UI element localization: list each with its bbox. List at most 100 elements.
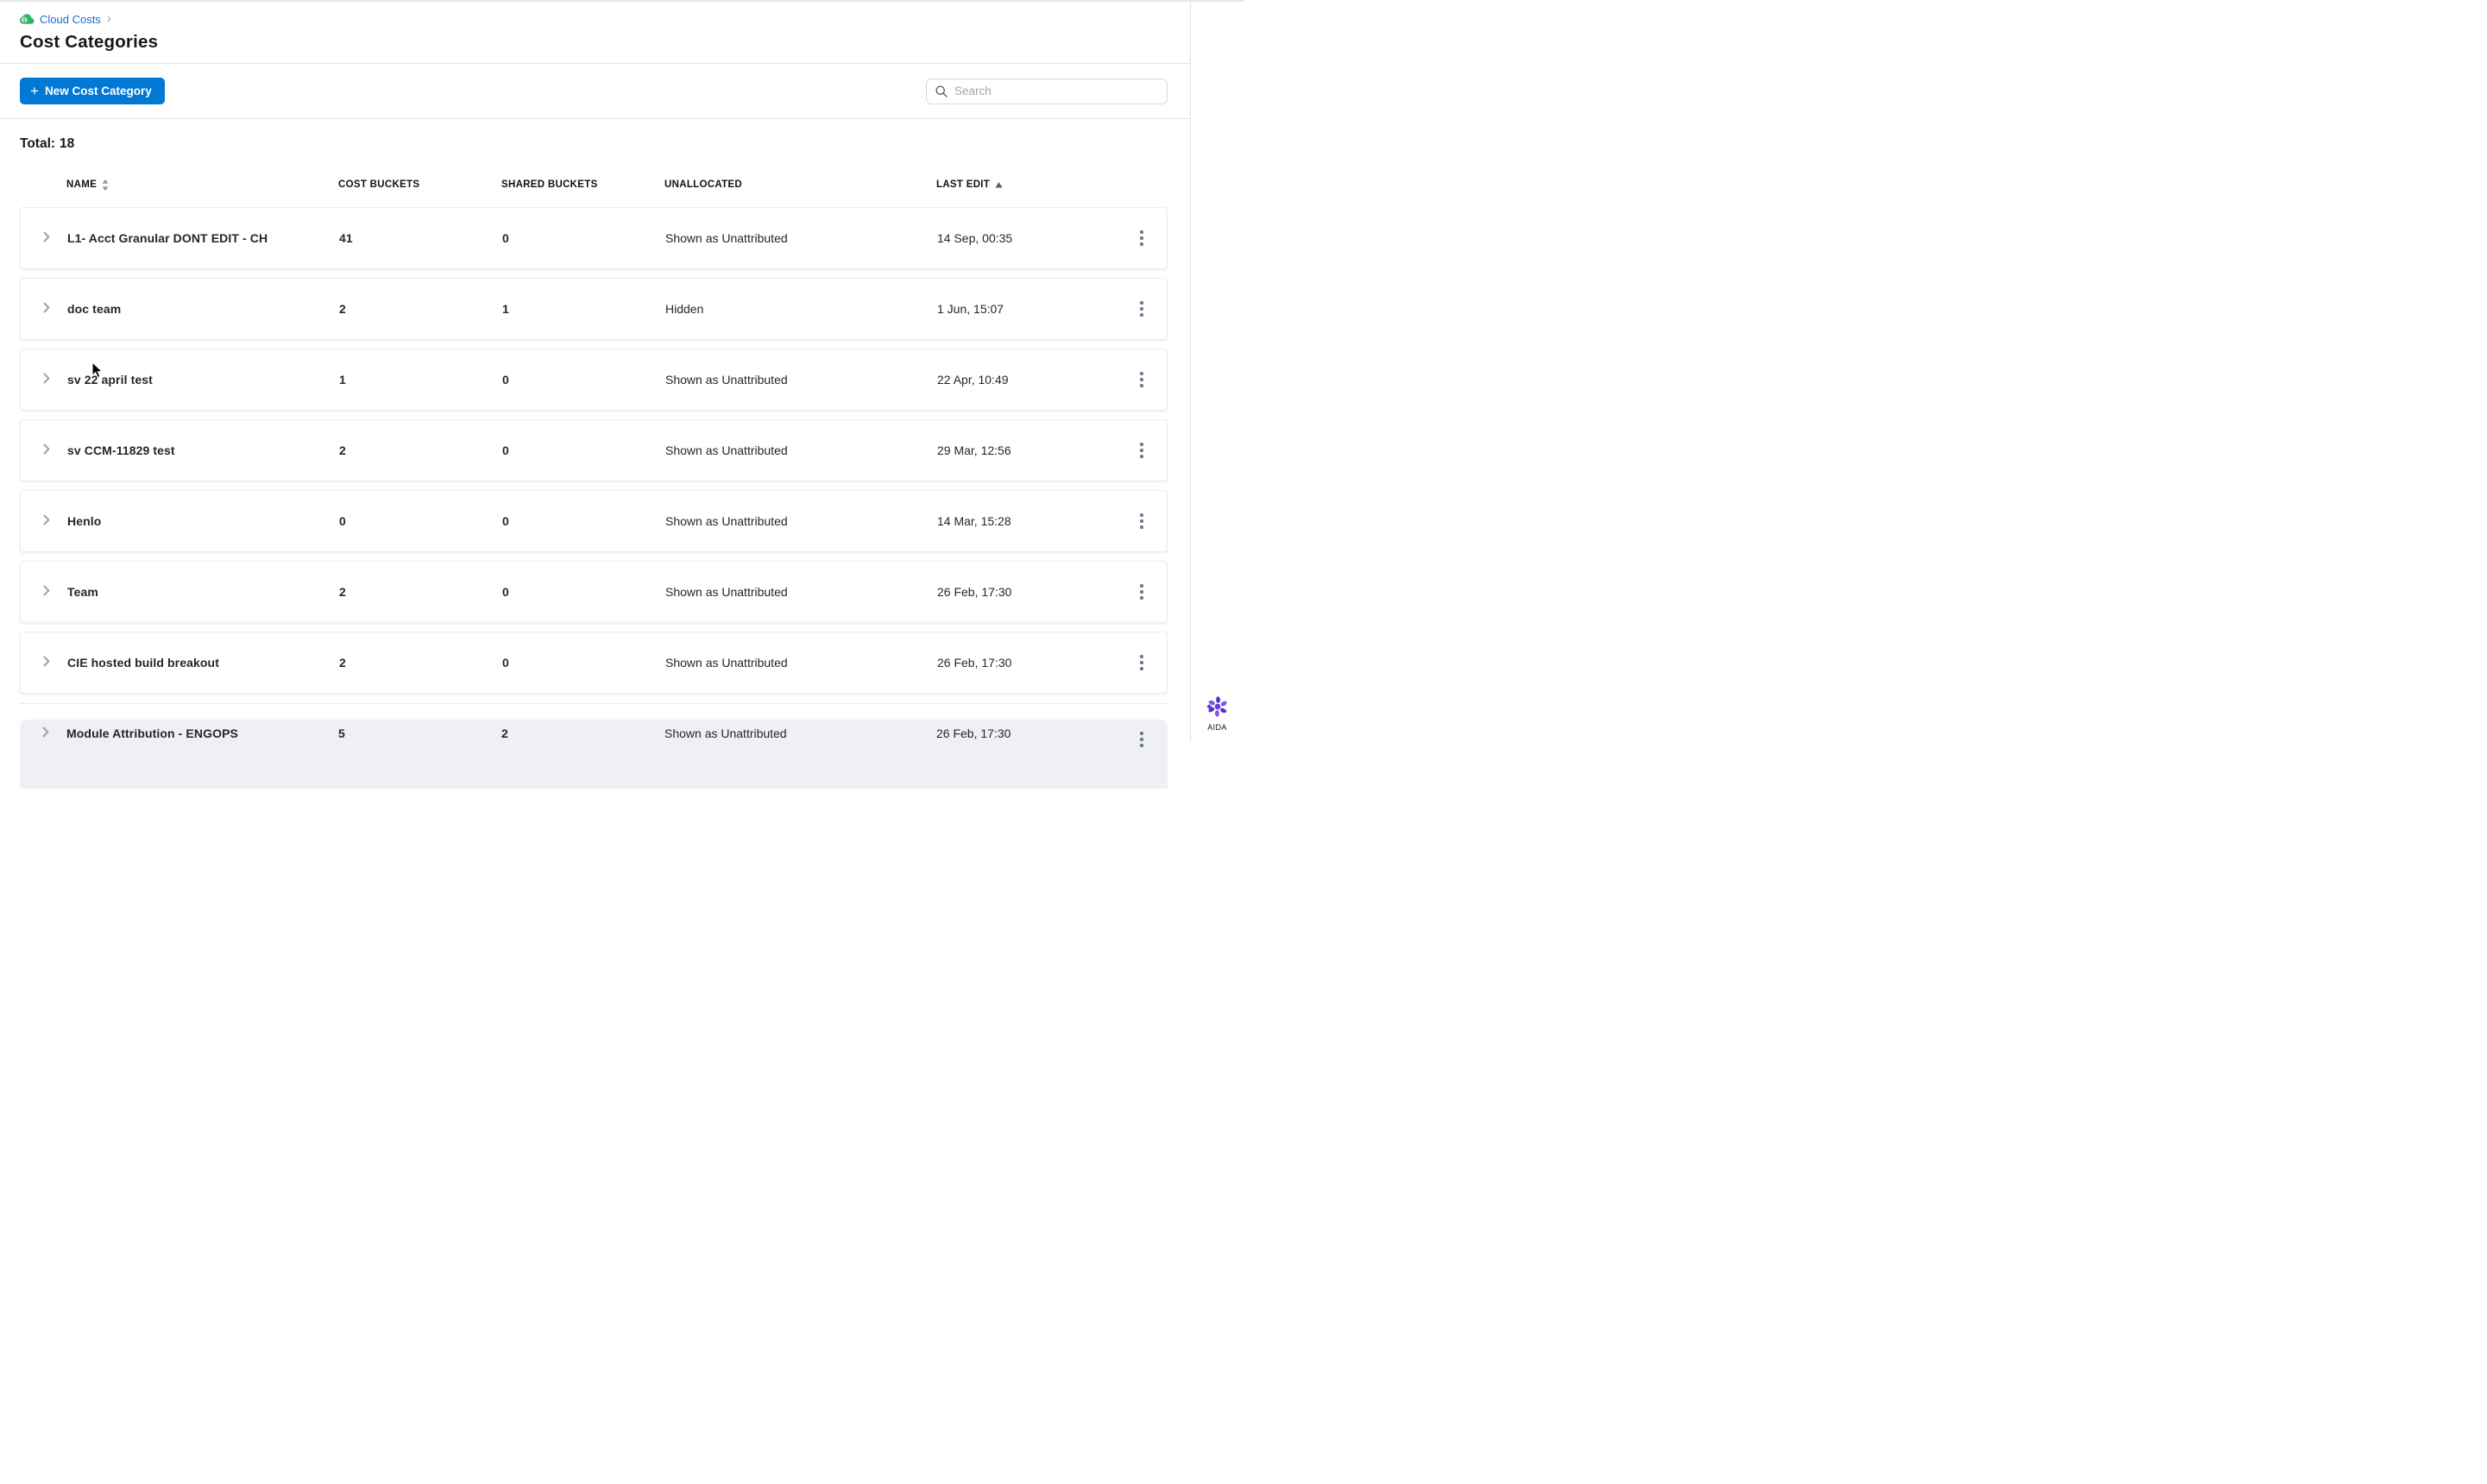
chevron-right-icon[interactable]: [21, 231, 67, 245]
cost-category-name: sv 22 april test: [67, 373, 153, 387]
row-actions-menu-button[interactable]: [1135, 508, 1149, 534]
cost-buckets-value: 2: [339, 443, 346, 457]
total-value: 18: [60, 136, 75, 151]
cost-buckets-value: 2: [339, 656, 346, 670]
row-actions-menu-button[interactable]: [1135, 296, 1149, 322]
sort-ascending-icon: [995, 181, 1003, 188]
cost-category-name: L1- Acct Granular DONT EDIT - CH: [67, 231, 268, 245]
total-count: Total: 18: [20, 136, 1190, 152]
shared-buckets-value: 0: [502, 656, 509, 670]
last-edit-value: 14 Sep, 00:35: [937, 231, 1013, 245]
breadcrumb-separator-icon: ›: [106, 10, 111, 26]
breadcrumb-cloud-costs-link[interactable]: $ Cloud Costs: [20, 13, 101, 26]
column-header-last-edit[interactable]: LAST EDIT: [936, 179, 1116, 190]
table-row[interactable]: doc team 2 1 Hidden 1 Jun, 15:07: [20, 278, 1168, 340]
search-icon: [935, 85, 948, 103]
cost-category-name: Module Attribution - ENGOPS: [66, 726, 238, 740]
row-actions-menu-button[interactable]: [1135, 437, 1149, 463]
shared-buckets-value: 0: [502, 585, 509, 599]
cost-buckets-value: 0: [339, 514, 346, 528]
chevron-right-icon[interactable]: [21, 443, 67, 457]
table-row[interactable]: CIE hosted build breakout 2 0 Shown as U…: [20, 632, 1168, 694]
row-actions-menu-button[interactable]: [1135, 650, 1149, 676]
shared-buckets-value: 1: [502, 302, 509, 316]
cost-category-name: Team: [67, 585, 98, 599]
table-row[interactable]: Henlo 0 0 Shown as Unattributed 14 Mar, …: [20, 490, 1168, 552]
toolbar: + New Cost Category: [0, 64, 1190, 119]
column-header-cost-buckets: COST BUCKETS: [338, 179, 420, 190]
search-container: [926, 78, 1168, 104]
aida-label: AIDA: [1207, 723, 1227, 732]
cost-category-name: CIE hosted build breakout: [67, 656, 219, 670]
last-edit-value: 26 Feb, 17:30: [937, 656, 1012, 670]
column-header-last-edit-label: LAST EDIT: [936, 179, 991, 190]
table-body: L1- Acct Granular DONT EDIT - CH 41 0 Sh…: [20, 207, 1168, 789]
last-edit-value: 1 Jun, 15:07: [937, 302, 1004, 316]
row-actions-menu-button[interactable]: [1135, 225, 1149, 251]
sort-both-icon: [102, 179, 109, 191]
plus-icon: +: [30, 82, 39, 99]
unallocated-value: Shown as Unattributed: [665, 443, 788, 457]
table-row[interactable]: Team 2 0 Shown as Unattributed 26 Feb, 1…: [20, 561, 1168, 623]
table-row[interactable]: L1- Acct Granular DONT EDIT - CH 41 0 Sh…: [20, 207, 1168, 269]
row-actions-menu-button[interactable]: [1135, 579, 1149, 605]
table-row[interactable]: Module Attribution - ENGOPS 5 2 Shown as…: [20, 703, 1168, 789]
chevron-right-icon[interactable]: [20, 726, 66, 740]
last-edit-value: 26 Feb, 17:30: [937, 585, 1012, 599]
chevron-right-icon[interactable]: [21, 656, 67, 670]
table-row[interactable]: sv 22 april test 1 0 Shown as Unattribut…: [20, 349, 1168, 411]
aida-button[interactable]: AIDA: [1205, 694, 1231, 732]
shared-buckets-value: 0: [502, 443, 509, 457]
unallocated-value: Shown as Unattributed: [665, 514, 788, 528]
last-edit-value: 22 Apr, 10:49: [937, 373, 1009, 387]
chevron-right-icon[interactable]: [21, 302, 67, 316]
content-area: Total: 18 NAME COST BUCKETS SHARED BUCKET…: [0, 119, 1190, 789]
last-edit-value: 29 Mar, 12:56: [937, 443, 1011, 457]
row-actions-menu-button[interactable]: [1135, 367, 1149, 393]
unallocated-value: Shown as Unattributed: [665, 585, 788, 599]
cost-buckets-value: 5: [338, 726, 345, 740]
unallocated-value: Shown as Unattributed: [665, 231, 788, 245]
chevron-right-icon[interactable]: [21, 514, 67, 528]
unallocated-value: Shown as Unattributed: [665, 373, 788, 387]
shared-buckets-value: 0: [502, 514, 509, 528]
total-label: Total:: [20, 136, 56, 151]
page-title: Cost Categories: [20, 32, 159, 52]
breadcrumb-label: Cloud Costs: [40, 12, 101, 26]
chevron-right-icon[interactable]: [21, 585, 67, 599]
new-cost-category-label: New Cost Category: [44, 85, 152, 97]
svg-text:$: $: [22, 17, 26, 23]
table-row[interactable]: sv CCM-11829 test 2 0 Shown as Unattribu…: [20, 419, 1168, 481]
column-header-name[interactable]: NAME: [66, 179, 338, 191]
cost-categories-page: $ Cloud Costs › Cost Categories + New Co…: [0, 0, 1244, 789]
row-actions-menu-button[interactable]: [1135, 726, 1149, 752]
unallocated-value: Hidden: [665, 302, 704, 316]
breadcrumb: $ Cloud Costs ›: [20, 11, 1190, 27]
cost-category-name: Henlo: [67, 514, 102, 528]
last-edit-value: 26 Feb, 17:30: [936, 726, 1011, 740]
cloud-costs-icon: $: [20, 13, 35, 25]
cost-buckets-value: 2: [339, 585, 346, 599]
column-header-unallocated: UNALLOCATED: [664, 179, 742, 190]
cost-buckets-value: 2: [339, 302, 346, 316]
shared-buckets-value: 0: [502, 373, 509, 387]
cost-buckets-value: 41: [339, 231, 353, 245]
page-header: $ Cloud Costs › Cost Categories: [0, 2, 1190, 64]
new-cost-category-button[interactable]: + New Cost Category: [20, 78, 165, 104]
cost-category-name: doc team: [67, 302, 122, 316]
unallocated-value: Shown as Unattributed: [664, 726, 787, 740]
main-column: $ Cloud Costs › Cost Categories + New Co…: [0, 2, 1190, 789]
cost-buckets-value: 1: [339, 373, 346, 387]
table-header: NAME COST BUCKETS SHARED BUCKETS UNALLOC…: [20, 178, 1168, 192]
column-header-shared-buckets: SHARED BUCKETS: [501, 179, 598, 190]
column-header-name-label: NAME: [66, 179, 98, 190]
chevron-right-icon[interactable]: [21, 373, 67, 387]
last-edit-value: 14 Mar, 15:28: [937, 514, 1011, 528]
shared-buckets-value: 0: [502, 231, 509, 245]
aida-icon: [1205, 694, 1231, 720]
shared-buckets-value: 2: [501, 726, 508, 740]
unallocated-value: Shown as Unattributed: [665, 656, 788, 670]
right-rail: AIDA: [1190, 2, 1244, 742]
cost-category-name: sv CCM-11829 test: [67, 443, 175, 457]
search-input[interactable]: [926, 78, 1168, 104]
